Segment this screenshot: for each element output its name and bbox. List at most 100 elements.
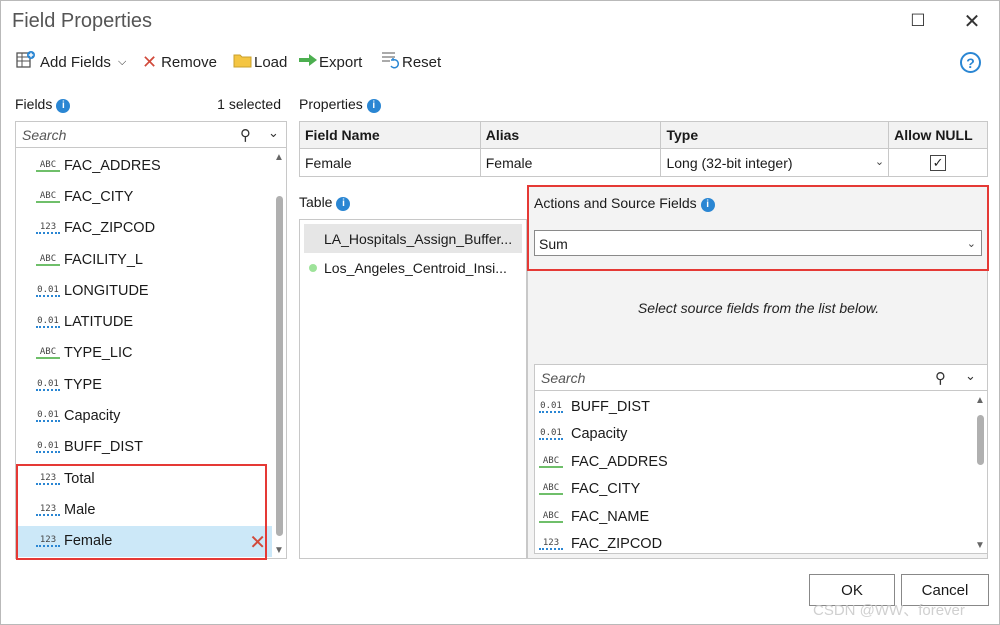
field-name: BUFF_DIST (64, 439, 143, 456)
actions-heading: Actions and Source Fields i (534, 195, 715, 212)
table-item[interactable]: LA_Hospitals_Assign_Buffer... (304, 224, 522, 253)
field-properties-dialog: Field Properties ☐ ✕ Add Fields ⌵ ✕ Remo… (0, 0, 1000, 625)
field-name: Total (64, 470, 95, 487)
add-fields-icon (16, 50, 36, 74)
action-value: Sum (539, 236, 568, 252)
chevron-down-icon: ⌵ (118, 55, 127, 68)
add-fields-button[interactable]: Add Fields (16, 49, 111, 75)
info-icon[interactable]: i (366, 98, 381, 113)
action-select[interactable]: Sum ⌄ (534, 230, 982, 256)
text-type-icon: ABC (36, 347, 60, 360)
table-label: Table (299, 194, 333, 210)
add-fields-dropdown[interactable]: ⌵ (118, 49, 126, 75)
text-type-icon: ABC (539, 511, 563, 523)
fields-list: ABC FAC_ADDRES ABC FAC_CITY 123 FAC_ZIPCOD ABC… (16, 150, 272, 557)
search-placeholder: Search (22, 127, 67, 143)
checkmark-icon: ✓ (932, 154, 944, 170)
reset-button[interactable]: Reset (380, 49, 441, 75)
delete-field-icon[interactable]: ✕ (249, 530, 266, 555)
chevron-down-icon[interactable]: ⌄ (268, 125, 279, 141)
source-field-name: FAC_NAME (571, 508, 650, 525)
fields-search-input[interactable]: Search ⚲ ⌄ (16, 122, 286, 148)
chevron-down-icon: ⌄ (966, 238, 976, 250)
field-name: FACILITY_L (64, 251, 143, 268)
actions-panel: Actions and Source Fields i Sum ⌄ Select … (527, 185, 988, 559)
source-fields-panel: Search ⚲ ⌄ 0.01 BUFF_DIST 0.01 Capacity ABC F… (534, 364, 988, 554)
toolbar: Add Fields ⌵ ✕ Remove Load Export Reset (1, 47, 1000, 77)
header-alias: Alias (479, 121, 662, 149)
title-bar: Field Properties ☐ ✕ (1, 1, 1000, 43)
scroll-down-icon[interactable]: ▼ (272, 545, 286, 556)
fields-scrollbar[interactable]: ▲ ▼ (272, 150, 286, 558)
chevron-down-icon[interactable]: ⌄ (965, 368, 976, 384)
source-field-row[interactable]: 0.01 Capacity (535, 421, 965, 449)
info-icon[interactable]: i (336, 196, 351, 211)
source-field-row[interactable]: ABC FAC_CITY (535, 476, 965, 504)
source-scrollbar[interactable]: ▲ ▼ (973, 393, 987, 553)
field-name-cell[interactable]: Female (299, 148, 481, 177)
field-row[interactable]: 123 Total (16, 463, 272, 494)
source-field-row[interactable]: 0.01 BUFF_DIST (535, 393, 965, 421)
selected-count: 1 selected (217, 96, 281, 112)
source-field-row[interactable]: ABC FAC_NAME (535, 503, 965, 531)
load-label: Load (254, 53, 288, 71)
double-type-icon: 0.01 (36, 316, 60, 329)
source-field-name: FAC_CITY (571, 481, 641, 498)
properties-header-row: Field Name Alias Type Allow NULL (299, 121, 988, 149)
scroll-up-icon[interactable]: ▲ (272, 152, 286, 163)
field-row[interactable]: 0.01 Capacity (16, 400, 272, 431)
info-icon[interactable]: i (56, 98, 71, 113)
scroll-thumb[interactable] (276, 196, 283, 536)
field-name: Female (64, 533, 113, 550)
maximize-button[interactable]: ☐ (903, 7, 933, 35)
dialog-title: Field Properties (12, 10, 153, 32)
export-button[interactable]: Export (298, 49, 362, 75)
field-row[interactable]: 0.01 LATITUDE (16, 306, 272, 337)
source-search-input[interactable]: Search ⚲ ⌄ (535, 365, 987, 391)
scroll-down-icon[interactable]: ▼ (973, 540, 987, 551)
status-dot-icon (309, 264, 317, 272)
field-row[interactable]: 123 Female ✕ (16, 525, 272, 557)
search-icon[interactable]: ⚲ (935, 369, 946, 387)
scroll-up-icon[interactable]: ▲ (973, 395, 987, 406)
source-field-name: BUFF_DIST (571, 398, 650, 415)
scroll-thumb[interactable] (977, 415, 984, 465)
table-item[interactable]: Los_Angeles_Centroid_Insi... (300, 253, 526, 282)
close-button[interactable]: ✕ (957, 7, 987, 35)
properties-label: Properties (299, 96, 363, 112)
allow-null-checkbox[interactable]: ✓ (930, 154, 947, 171)
remove-button[interactable]: ✕ Remove (142, 49, 217, 75)
export-arrow-icon (298, 52, 318, 72)
source-field-name: Capacity (571, 426, 628, 443)
field-row[interactable]: 0.01 TYPE (16, 369, 272, 400)
header-allow-null: Allow NULL (888, 121, 988, 149)
info-icon[interactable]: i (700, 197, 715, 212)
field-row[interactable]: ABC FAC_CITY (16, 181, 272, 212)
type-select[interactable]: Long (32-bit integer) ⌄ (660, 148, 890, 177)
fields-list-panel: Search ⚲ ⌄ ABC FAC_ADDRES ABC FAC_CITY 123 FA… (15, 121, 287, 559)
field-row[interactable]: 123 FAC_ZIPCOD (16, 213, 272, 244)
table-list: LA_Hospitals_Assign_Buffer... Los_Angele… (299, 219, 527, 559)
field-row[interactable]: 0.01 BUFF_DIST (16, 432, 272, 463)
field-row[interactable]: ABC FACILITY_L (16, 244, 272, 275)
load-button[interactable]: Load (233, 49, 287, 75)
alias-cell[interactable]: Female (479, 148, 662, 177)
field-name: LATITUDE (64, 314, 134, 331)
field-row[interactable]: 123 Male (16, 494, 272, 525)
search-icon[interactable]: ⚲ (240, 126, 251, 144)
source-field-row[interactable]: 123 FAC_ZIPCOD (535, 531, 965, 559)
source-field-row[interactable]: ABC FAC_ADDRES (535, 448, 965, 476)
double-type-icon: 0.01 (36, 284, 60, 297)
field-row[interactable]: ABC FAC_ADDRES (16, 150, 272, 181)
fields-label: Fields (15, 96, 53, 112)
source-field-name: FAC_ADDRES (571, 453, 668, 470)
field-row[interactable]: 0.01 LONGITUDE (16, 275, 272, 306)
field-row[interactable]: ABC TYPE_LIC (16, 338, 272, 369)
allow-null-cell: ✓ (888, 148, 988, 177)
search-placeholder: Search (541, 370, 586, 386)
properties-row: Female Female Long (32-bit integer) ⌄ ✓ (299, 148, 988, 177)
maximize-icon: ☐ (910, 11, 926, 30)
double-type-icon: 0.01 (539, 428, 563, 441)
help-icon[interactable]: ? (960, 52, 981, 73)
table-item-label: Los_Angeles_Centroid_Insi... (324, 259, 507, 276)
